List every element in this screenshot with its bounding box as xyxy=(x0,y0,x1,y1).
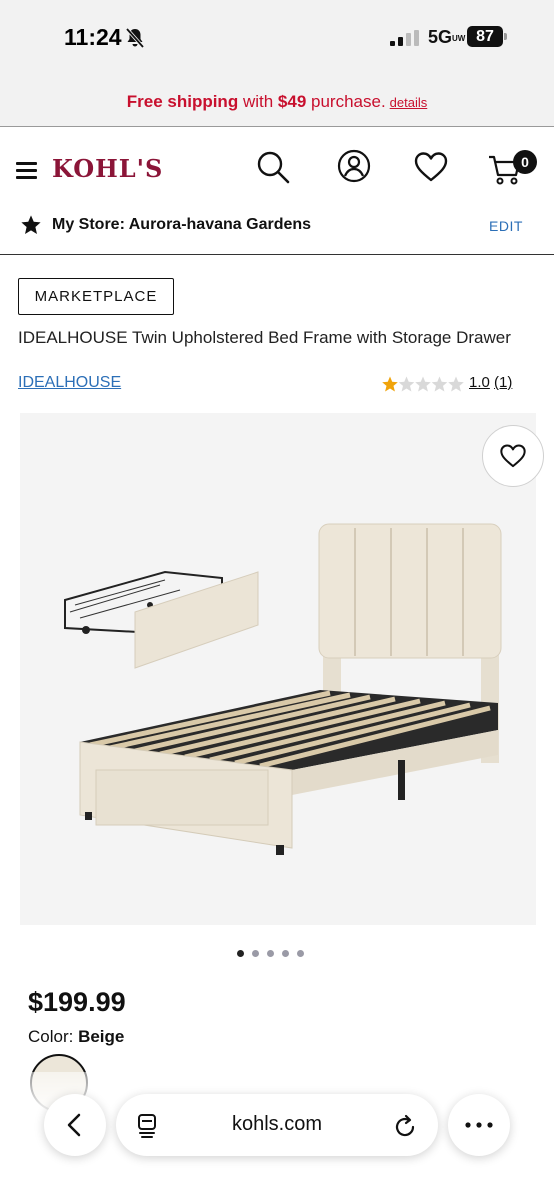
divider xyxy=(0,254,554,255)
promo-free-shipping: Free shipping xyxy=(126,92,239,111)
signal-icon xyxy=(390,30,419,46)
color-value: Beige xyxy=(78,1027,125,1046)
site-header: KOHL'S xyxy=(0,127,554,209)
pagination-dot[interactable] xyxy=(252,950,259,957)
pagination-dot[interactable] xyxy=(297,950,304,957)
store-edit-button[interactable]: EDIT xyxy=(489,218,523,234)
url-text[interactable]: kohls.com xyxy=(116,1113,438,1136)
pagination-dot[interactable] xyxy=(282,950,289,957)
promo-amount: $49 xyxy=(277,92,307,111)
more-icon xyxy=(465,1122,493,1128)
star-empty-icon xyxy=(415,376,431,392)
star-empty-icon xyxy=(448,376,464,392)
star-empty-icon xyxy=(398,376,415,392)
review-count[interactable]: (1) xyxy=(494,374,512,391)
network-label: 5GUW xyxy=(428,27,466,47)
color-label: Color: xyxy=(28,1027,79,1046)
promo-purchase: purchase. xyxy=(306,92,386,111)
status-bar: 11:24 5GUW 87 xyxy=(0,0,554,76)
promo-banner: Free shipping with $49 purchase. details xyxy=(0,76,554,126)
heart-icon[interactable] xyxy=(413,151,449,183)
pagination-dot[interactable] xyxy=(237,950,244,957)
more-button[interactable] xyxy=(448,1094,510,1156)
product-image-bed-frame xyxy=(64,523,502,855)
my-store-row: My Store: Aurora-havana Gardens EDIT xyxy=(0,209,554,253)
back-button[interactable] xyxy=(44,1094,106,1156)
cart-count-badge[interactable]: 0 xyxy=(513,150,537,174)
battery-indicator: 87 xyxy=(467,26,503,47)
rating-summary[interactable]: 1.0 (1) xyxy=(469,374,512,391)
bell-slash-icon xyxy=(125,27,145,49)
reload-icon[interactable] xyxy=(394,1113,418,1139)
color-selection-label: Color: Beige xyxy=(28,1027,124,1047)
image-pagination-dots[interactable] xyxy=(237,944,312,962)
account-icon[interactable] xyxy=(337,149,371,183)
star-icon xyxy=(21,215,41,234)
star-filled-icon xyxy=(382,376,398,392)
brand-link[interactable]: IDEALHOUSE xyxy=(18,374,121,392)
store-label: My Store: Aurora-havana Gardens xyxy=(52,216,312,233)
search-icon[interactable] xyxy=(255,149,291,185)
star-empty-icon xyxy=(431,376,448,392)
heart-icon xyxy=(500,444,526,468)
address-bar[interactable]: kohls.com xyxy=(116,1094,438,1156)
bed-frame xyxy=(79,690,498,855)
product-price: $199.99 xyxy=(28,987,126,1017)
product-title: IDEALHOUSE Twin Upholstered Bed Frame wi… xyxy=(18,328,511,347)
pagination-dot[interactable] xyxy=(267,950,274,957)
kohls-logo[interactable]: KOHL'S xyxy=(52,154,163,183)
chevron-left-icon xyxy=(67,1113,81,1137)
add-to-wishlist-button[interactable] xyxy=(482,425,544,487)
marketplace-badge: MARKETPLACE xyxy=(18,278,174,315)
hamburger-icon[interactable] xyxy=(16,162,37,179)
rating-stars[interactable] xyxy=(381,375,465,393)
battery-cap xyxy=(504,33,507,40)
promo-details-link[interactable]: details xyxy=(390,95,428,110)
storage-drawer xyxy=(64,570,259,669)
promo-with: with xyxy=(238,92,278,111)
rating-value[interactable]: 1.0 xyxy=(469,374,490,391)
status-time: 11:24 xyxy=(64,24,122,50)
